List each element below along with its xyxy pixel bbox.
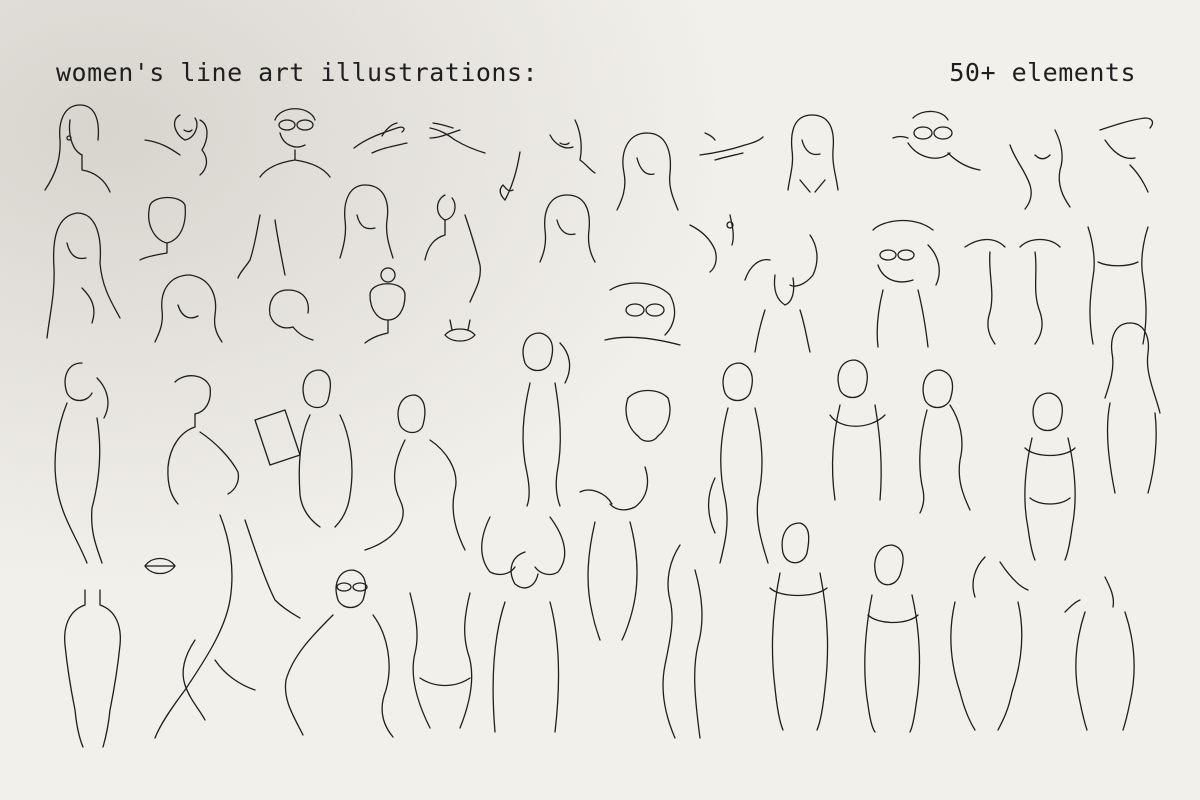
woman-portrait-illustration <box>268 289 314 341</box>
standing-woman-illustration <box>829 359 886 501</box>
sitting-woman-illustration <box>54 362 109 564</box>
lips-illustration <box>444 319 476 342</box>
woman-back-illustration <box>919 369 971 514</box>
page-title: women's line art illustrations: <box>56 58 539 87</box>
face-with-hand-illustration <box>549 119 596 174</box>
arms-raised-woman-illustration <box>744 234 818 353</box>
artboard: women's line art illustrations: 50+ elem… <box>0 0 1200 800</box>
bikini-woman-illustration <box>864 544 921 733</box>
sunglasses-woman-illustration <box>284 569 394 738</box>
hand-illustration <box>499 151 521 201</box>
reading-woman-illustration <box>254 369 353 528</box>
swimsuit-woman-illustration <box>769 522 829 731</box>
arms-raised-woman-illustration <box>481 516 566 733</box>
sunglasses-portrait-illustration <box>892 110 981 171</box>
standing-woman-illustration <box>522 332 571 507</box>
face-with-hand-illustration <box>625 389 671 442</box>
nude-torso-illustration <box>64 589 121 748</box>
face-with-hand-illustration <box>144 114 208 176</box>
hand-illustration <box>699 132 764 161</box>
woman-back-illustration <box>950 556 1029 731</box>
woman-back-illustration <box>964 238 1061 345</box>
woman-portrait-illustration <box>339 184 394 259</box>
woman-bun-portrait-illustration <box>364 267 406 344</box>
hand-with-earring-illustration <box>689 214 734 273</box>
bikini-woman-illustration <box>1024 392 1076 561</box>
woman-neck-illustration <box>424 194 481 303</box>
woman-portrait-illustration <box>44 104 111 193</box>
sunglasses-portrait-illustration <box>259 108 331 178</box>
woman-back-illustration <box>1104 322 1161 494</box>
woman-bob-hair-illustration <box>167 375 240 505</box>
torso-illustration <box>1009 129 1071 210</box>
hands-illustration <box>429 122 486 154</box>
woman-portrait-illustration <box>154 274 223 343</box>
woman-portrait-illustration <box>616 132 679 211</box>
face-with-hand-illustration <box>1099 117 1154 193</box>
sunglasses-woman-illustration <box>872 219 940 348</box>
woman-portrait-illustration <box>539 194 596 263</box>
lying-woman-portrait-illustration <box>604 282 681 346</box>
hand-illustration <box>237 214 286 279</box>
sitting-woman-illustration <box>364 394 466 551</box>
standing-woman-illustration <box>662 544 703 739</box>
woman-back-illustration <box>1064 576 1135 731</box>
woman-portrait-illustration <box>46 212 121 339</box>
element-count: 50+ elements <box>949 58 1136 87</box>
hands-illustration <box>353 122 408 154</box>
woman-portrait-illustration <box>139 196 186 261</box>
woman-portrait-illustration <box>787 114 839 193</box>
